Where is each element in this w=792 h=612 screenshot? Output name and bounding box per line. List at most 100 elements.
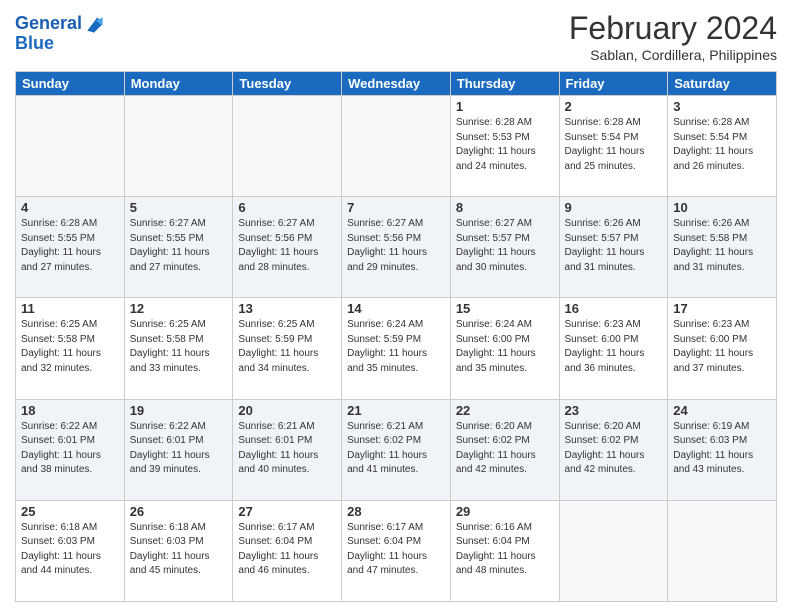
- calendar-cell: 22 Sunrise: 6:20 AM Sunset: 6:02 PM Dayli…: [450, 399, 559, 500]
- calendar-week-row: 18Sunrise: 6:22 AM Sunset: 6:01 PM Dayli…: [16, 399, 777, 500]
- calendar-dow-friday: Friday: [559, 72, 668, 96]
- logo: General Blue: [15, 14, 104, 54]
- day-number: 17: [673, 301, 771, 316]
- day-info: Sunrise: 6:22 AM Sunset: 6:01 PM Dayligh…: [21, 420, 119, 478]
- calendar-cell: 9 Sunrise: 6:26 AM Sunset: 5:57 PM Daylig…: [559, 197, 668, 298]
- calendar-dow-thursday: Thursday: [450, 72, 559, 96]
- calendar-cell: 27Sunrise: 6:17 AM Sunset: 6:04 PM Dayli…: [233, 500, 342, 601]
- day-info: Sunrise: 6:24 AM Sunset: 5:59 PM Dayligh…: [347, 318, 445, 376]
- header: General Blue February 2024 Sablan, Cordi…: [15, 10, 777, 63]
- calendar-cell: 3 Sunrise: 6:28 AM Sunset: 5:54 PM Daylig…: [668, 96, 777, 197]
- calendar-cell: 19 Sunrise: 6:22 AM Sunset: 6:01 PM Dayli…: [124, 399, 233, 500]
- day-info: Sunrise: 6:26 AM Sunset: 5:58 PM Dayligh…: [673, 217, 771, 275]
- day-number: 19: [130, 403, 228, 418]
- day-info: Sunrise: 6:17 AM Sunset: 6:04 PM Dayligh…: [347, 521, 445, 579]
- calendar-cell: 26Sunrise: 6:18 AM Sunset: 6:03 PM Dayli…: [124, 500, 233, 601]
- day-number: 2: [565, 99, 663, 114]
- calendar-cell: 1Sunrise: 6:28 AM Sunset: 5:53 PM Daylig…: [450, 96, 559, 197]
- calendar-cell: 2 Sunrise: 6:28 AM Sunset: 5:54 PM Daylig…: [559, 96, 668, 197]
- day-number: 7: [347, 200, 445, 215]
- calendar-cell: 13Sunrise: 6:25 AM Sunset: 5:59 PM Dayli…: [233, 298, 342, 399]
- calendar-cell: 15 Sunrise: 6:24 AM Sunset: 6:00 PM Dayli…: [450, 298, 559, 399]
- logo-subtext: Blue: [15, 34, 104, 54]
- day-info: Sunrise: 6:25 AM Sunset: 5:58 PM Dayligh…: [21, 318, 119, 376]
- day-info: Sunrise: 6:21 AM Sunset: 6:01 PM Dayligh…: [238, 420, 336, 478]
- day-info: Sunrise: 6:26 AM Sunset: 5:57 PM Dayligh…: [565, 217, 663, 275]
- calendar-cell: [124, 96, 233, 197]
- calendar-cell: 16 Sunrise: 6:23 AM Sunset: 6:00 PM Dayli…: [559, 298, 668, 399]
- day-info: Sunrise: 6:27 AM Sunset: 5:55 PM Dayligh…: [130, 217, 228, 275]
- day-info: Sunrise: 6:18 AM Sunset: 6:03 PM Dayligh…: [130, 521, 228, 579]
- day-info: Sunrise: 6:22 AM Sunset: 6:01 PM Dayligh…: [130, 420, 228, 478]
- calendar-dow-monday: Monday: [124, 72, 233, 96]
- day-number: 22: [456, 403, 554, 418]
- day-number: 6: [238, 200, 336, 215]
- calendar-cell: 23 Sunrise: 6:20 AM Sunset: 6:02 PM Dayli…: [559, 399, 668, 500]
- day-info: Sunrise: 6:20 AM Sunset: 6:02 PM Dayligh…: [565, 420, 663, 478]
- calendar-week-row: 11Sunrise: 6:25 AM Sunset: 5:58 PM Dayli…: [16, 298, 777, 399]
- day-info: Sunrise: 6:24 AM Sunset: 6:00 PM Dayligh…: [456, 318, 554, 376]
- logo-icon: [84, 14, 104, 34]
- calendar-dow-tuesday: Tuesday: [233, 72, 342, 96]
- day-info: Sunrise: 6:20 AM Sunset: 6:02 PM Dayligh…: [456, 420, 554, 478]
- calendar-cell: 20 Sunrise: 6:21 AM Sunset: 6:01 PM Dayli…: [233, 399, 342, 500]
- day-info: Sunrise: 6:28 AM Sunset: 5:54 PM Dayligh…: [673, 116, 771, 174]
- day-info: Sunrise: 6:27 AM Sunset: 5:56 PM Dayligh…: [238, 217, 336, 275]
- day-number: 21: [347, 403, 445, 418]
- calendar-cell: [16, 96, 125, 197]
- calendar-cell: 14 Sunrise: 6:24 AM Sunset: 5:59 PM Dayli…: [342, 298, 451, 399]
- day-number: 4: [21, 200, 119, 215]
- calendar-dow-sunday: Sunday: [16, 72, 125, 96]
- day-number: 24: [673, 403, 771, 418]
- day-number: 14: [347, 301, 445, 316]
- calendar-week-row: 1Sunrise: 6:28 AM Sunset: 5:53 PM Daylig…: [16, 96, 777, 197]
- location-subtitle: Sablan, Cordillera, Philippines: [569, 47, 777, 63]
- calendar-cell: 24 Sunrise: 6:19 AM Sunset: 6:03 PM Dayli…: [668, 399, 777, 500]
- calendar-cell: 6 Sunrise: 6:27 AM Sunset: 5:56 PM Daylig…: [233, 197, 342, 298]
- calendar-header-row: SundayMondayTuesdayWednesdayThursdayFrid…: [16, 72, 777, 96]
- day-number: 3: [673, 99, 771, 114]
- calendar-cell: 17Sunrise: 6:23 AM Sunset: 6:00 PM Dayli…: [668, 298, 777, 399]
- calendar-cell: 21Sunrise: 6:21 AM Sunset: 6:02 PM Dayli…: [342, 399, 451, 500]
- calendar-week-row: 4 Sunrise: 6:28 AM Sunset: 5:55 PM Daylig…: [16, 197, 777, 298]
- month-year-title: February 2024: [569, 10, 777, 47]
- day-number: 9: [565, 200, 663, 215]
- calendar-cell: 28 Sunrise: 6:17 AM Sunset: 6:04 PM Dayli…: [342, 500, 451, 601]
- calendar-cell: 12 Sunrise: 6:25 AM Sunset: 5:58 PM Dayli…: [124, 298, 233, 399]
- day-info: Sunrise: 6:27 AM Sunset: 5:56 PM Dayligh…: [347, 217, 445, 275]
- day-info: Sunrise: 6:28 AM Sunset: 5:55 PM Dayligh…: [21, 217, 119, 275]
- title-block: February 2024 Sablan, Cordillera, Philip…: [569, 10, 777, 63]
- calendar-cell: [559, 500, 668, 601]
- day-number: 25: [21, 504, 119, 519]
- calendar-cell: 10 Sunrise: 6:26 AM Sunset: 5:58 PM Dayli…: [668, 197, 777, 298]
- logo-text: General: [15, 14, 82, 34]
- calendar-cell: 4 Sunrise: 6:28 AM Sunset: 5:55 PM Daylig…: [16, 197, 125, 298]
- calendar-cell: 18Sunrise: 6:22 AM Sunset: 6:01 PM Dayli…: [16, 399, 125, 500]
- day-info: Sunrise: 6:27 AM Sunset: 5:57 PM Dayligh…: [456, 217, 554, 275]
- day-info: Sunrise: 6:16 AM Sunset: 6:04 PM Dayligh…: [456, 521, 554, 579]
- calendar-cell: 8 Sunrise: 6:27 AM Sunset: 5:57 PM Daylig…: [450, 197, 559, 298]
- day-number: 16: [565, 301, 663, 316]
- day-info: Sunrise: 6:17 AM Sunset: 6:04 PM Dayligh…: [238, 521, 336, 579]
- day-number: 12: [130, 301, 228, 316]
- day-number: 10: [673, 200, 771, 215]
- calendar-week-row: 25 Sunrise: 6:18 AM Sunset: 6:03 PM Dayli…: [16, 500, 777, 601]
- day-info: Sunrise: 6:19 AM Sunset: 6:03 PM Dayligh…: [673, 420, 771, 478]
- calendar-cell: [233, 96, 342, 197]
- day-info: Sunrise: 6:18 AM Sunset: 6:03 PM Dayligh…: [21, 521, 119, 579]
- day-info: Sunrise: 6:25 AM Sunset: 5:58 PM Dayligh…: [130, 318, 228, 376]
- day-info: Sunrise: 6:23 AM Sunset: 6:00 PM Dayligh…: [565, 318, 663, 376]
- calendar-table: SundayMondayTuesdayWednesdayThursdayFrid…: [15, 71, 777, 602]
- day-number: 15: [456, 301, 554, 316]
- day-number: 23: [565, 403, 663, 418]
- calendar-dow-saturday: Saturday: [668, 72, 777, 96]
- calendar-cell: 11Sunrise: 6:25 AM Sunset: 5:58 PM Dayli…: [16, 298, 125, 399]
- calendar-cell: [668, 500, 777, 601]
- day-number: 20: [238, 403, 336, 418]
- calendar-cell: 29Sunrise: 6:16 AM Sunset: 6:04 PM Dayli…: [450, 500, 559, 601]
- day-number: 28: [347, 504, 445, 519]
- day-number: 8: [456, 200, 554, 215]
- calendar-dow-wednesday: Wednesday: [342, 72, 451, 96]
- day-info: Sunrise: 6:28 AM Sunset: 5:54 PM Dayligh…: [565, 116, 663, 174]
- calendar-cell: 25 Sunrise: 6:18 AM Sunset: 6:03 PM Dayli…: [16, 500, 125, 601]
